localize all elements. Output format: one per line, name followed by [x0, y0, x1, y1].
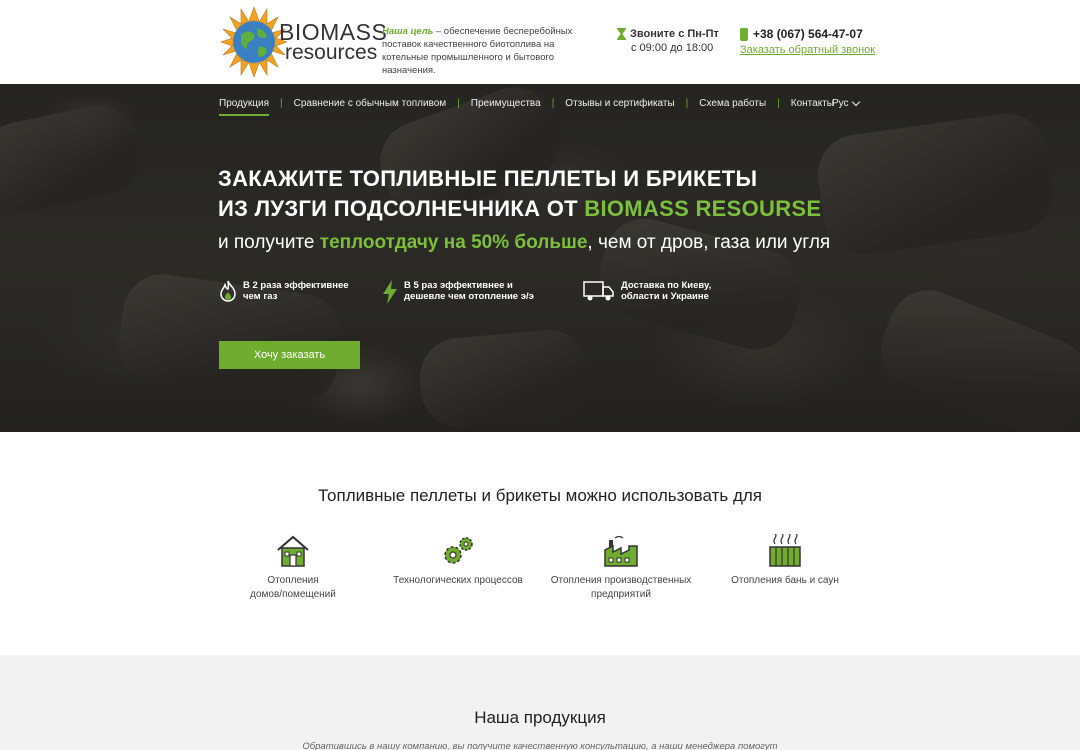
goal-text: Наша цель – обеспечение бесперебойных по… [382, 25, 602, 77]
use-item-sauna: Отопления бань и саун [710, 534, 860, 588]
feature-gas-line1: В 2 раза эффективнее [243, 280, 349, 291]
hero-title-line2: ИЗ ЛУЗГИ ПОДСОЛНЕЧНИКА ОТ [218, 196, 585, 221]
use-item-factories: Отопления производственных предприятий [546, 534, 696, 602]
site-header: BIOMASS resources Наша цель – обеспечени… [0, 0, 1080, 84]
nav-item-contacts[interactable]: Контакты [791, 98, 834, 109]
use-factories-line2: предприятий [591, 589, 651, 600]
hero-section: Продукция | Сравнение с обычным топливом… [0, 84, 1080, 432]
phone-number[interactable]: +38 (067) 564-47-07 [753, 27, 863, 41]
feature-delivery: Доставка по Киеву, области и Украине [583, 280, 711, 302]
language-label: Рус [832, 98, 849, 109]
uses-title: Топливные пеллеты и брикеты можно исполь… [318, 486, 762, 505]
goal-label: Наша цель [382, 26, 434, 37]
nav-item-products[interactable]: Продукция [219, 98, 270, 116]
products-title: Наша продукция [474, 708, 606, 727]
hourglass-icon [617, 28, 626, 40]
nav-item-comparison[interactable]: Сравнение с обычным топливом [294, 98, 447, 109]
house-icon [277, 535, 309, 567]
use-item-homes: Отопления домов/помещений [218, 534, 368, 602]
hero-sub-highlight: теплоотдачу на 50% больше [319, 232, 588, 253]
feature-electric: В 5 раз эффективнее и дешевле чем отоплен… [382, 280, 534, 304]
hero-title-line1: ЗАКАЖИТЕ ТОПЛИВНЫЕ ПЕЛЛЕТЫ И БРИКЕТЫ [218, 166, 758, 191]
order-button[interactable]: Хочу заказать [219, 341, 360, 369]
nav-separator: | [457, 98, 460, 109]
use-homes-line2: домов/помещений [250, 589, 336, 600]
phone-block: +38 (067) 564-47-07 Заказать обратный зв… [740, 27, 875, 56]
feature-delivery-line2: области и Украине [621, 291, 709, 302]
use-item-tech: Технологических процессов [383, 534, 533, 588]
use-tech-line1: Технологических процессов [393, 575, 523, 586]
chevron-down-icon [851, 97, 860, 107]
hero-title: ЗАКАЖИТЕ ТОПЛИВНЫЕ ПЕЛЛЕТЫ И БРИКЕТЫ ИЗ … [218, 164, 821, 224]
biomass-logo[interactable]: BIOMASS resources [219, 5, 387, 79]
hero-overlay [0, 84, 1080, 432]
nav-separator: | [777, 98, 780, 109]
use-sauna-line1: Отопления бань и саун [731, 575, 839, 586]
nav-separator: | [685, 98, 689, 109]
nav-item-workflow[interactable]: Схема работы [699, 98, 766, 109]
feature-gas: В 2 раза эффективнее чем газ [219, 280, 349, 302]
feature-delivery-line1: Доставка по Киеву, [621, 280, 712, 291]
gears-icon [444, 537, 473, 564]
nav-separator: | [551, 98, 555, 109]
products-description: Обратившись в нашу компанию, вы получите… [302, 741, 778, 750]
hero-sub-suffix: , чем от дров, газа или угля [587, 232, 831, 253]
flame-icon [220, 280, 236, 302]
main-nav: Продукция | Сравнение с обычным топливом… [219, 98, 834, 116]
callback-link[interactable]: Заказать обратный звонок [740, 44, 875, 56]
logo-text: BIOMASS resources [279, 21, 387, 64]
nav-item-advantages[interactable]: Преимущества [471, 98, 541, 109]
logo-resources-text: resources [285, 41, 378, 64]
feature-gas-line2: чем газ [243, 291, 278, 302]
hero-title-brand: BIOMASS RESOURSE [584, 196, 822, 221]
language-select[interactable]: Рус [832, 97, 860, 109]
hero-sub-prefix: и получите [218, 232, 320, 253]
work-hours: Звоните с Пн-Пт с 09:00 до 18:00 [617, 28, 719, 54]
factory-icon [604, 535, 638, 567]
feature-electric-line2: дешевле чем отопление э/э [404, 291, 534, 302]
hours-time: с 09:00 до 18:00 [631, 42, 714, 54]
truck-icon [583, 281, 614, 301]
hero-subtitle: и получите теплоотдачу на 50% больше, че… [218, 232, 830, 254]
feature-electric-line1: В 5 раз эффективнее и [404, 280, 513, 291]
nav-separator: | [280, 98, 283, 109]
use-homes-line1: Отопления [267, 575, 319, 586]
sauna-icon [769, 534, 801, 567]
products-section: Наша продукция Обратившись в нашу компан… [0, 655, 1080, 750]
hours-title: Звоните с Пн-Пт [630, 28, 719, 40]
use-factories-line1: Отопления производственных [550, 575, 692, 586]
lightning-icon [383, 280, 397, 304]
mobile-phone-icon [740, 27, 748, 41]
nav-item-reviews[interactable]: Отзывы и сертификаты [565, 98, 674, 109]
